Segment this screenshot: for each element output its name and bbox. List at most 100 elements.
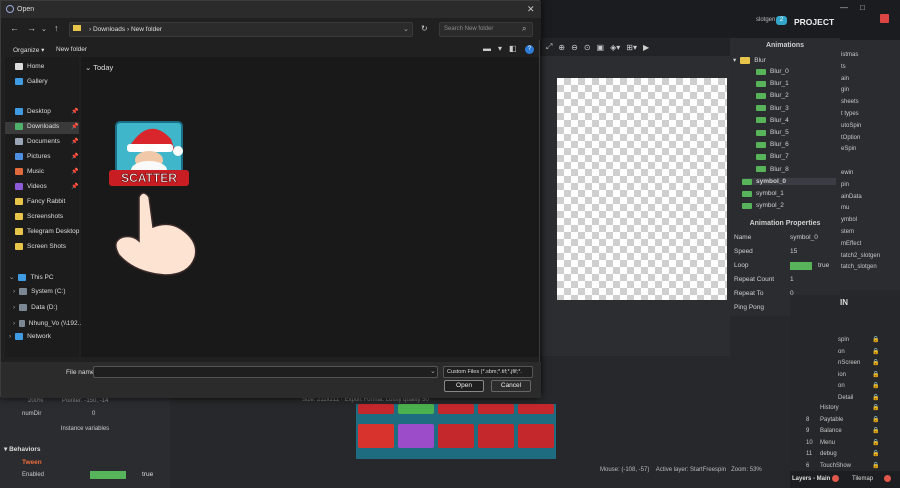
- project-tree-item[interactable]: sheets: [841, 99, 859, 105]
- transparent-canvas[interactable]: [557, 78, 727, 300]
- anim-frame[interactable]: Blur_4: [756, 117, 789, 124]
- project-tree-item[interactable]: tatch_slotgen: [841, 264, 877, 270]
- project-tree-item[interactable]: mEffect: [841, 241, 861, 247]
- lock-icon[interactable]: 🔒: [872, 336, 879, 343]
- up-icon[interactable]: ↑: [54, 23, 59, 33]
- organize-button[interactable]: Organize ▾: [13, 46, 44, 54]
- lock-icon[interactable]: 🔒: [872, 404, 879, 411]
- group-header-today[interactable]: ⌄ Today: [85, 63, 113, 72]
- chevron-down-icon[interactable]: ⌄: [430, 367, 436, 375]
- numdir-value[interactable]: 0: [92, 411, 95, 417]
- file-name-input[interactable]: [93, 366, 438, 378]
- view-options[interactable]: ▬▾◧: [483, 44, 524, 53]
- back-icon[interactable]: ←: [10, 23, 19, 33]
- project-tree-item[interactable]: pin: [841, 182, 849, 188]
- sidebar-item-drive[interactable]: › System (C:): [13, 288, 83, 295]
- tween-behavior[interactable]: Tween: [22, 459, 42, 466]
- chevron-right-icon[interactable]: ›: [13, 304, 15, 311]
- anim-frame[interactable]: Blur_8: [756, 166, 789, 173]
- grid-icon[interactable]: ⊞▾: [626, 43, 637, 52]
- sidebar-item-drive[interactable]: › Nhung_Vo (\\192...: [13, 320, 83, 327]
- chevron-right-icon[interactable]: ›: [13, 320, 15, 327]
- layer-item[interactable]: on: [838, 349, 845, 355]
- zoom-in-icon[interactable]: ⊕: [558, 43, 565, 52]
- select-icon[interactable]: ▣: [597, 43, 605, 52]
- dialog-title-bar[interactable]: [1, 1, 541, 18]
- lock-icon[interactable]: 🔒: [872, 359, 879, 366]
- zoom-out-icon[interactable]: ⊖: [571, 43, 578, 52]
- tab-layers-main[interactable]: Layers - Main: [792, 476, 830, 482]
- anim-frame[interactable]: Blur_7: [756, 153, 789, 160]
- view-mode-icon[interactable]: ▬▾: [483, 44, 509, 53]
- lock-icon[interactable]: 🔒: [872, 382, 879, 389]
- lock-icon[interactable]: 🔒: [872, 427, 879, 434]
- anim-item[interactable]: symbol_1: [742, 190, 784, 197]
- sidebar-item-network[interactable]: › Network: [9, 333, 79, 340]
- lock-icon[interactable]: 🔒: [872, 462, 879, 469]
- project-tree-item[interactable]: utoSpin: [841, 123, 861, 129]
- pin-icon[interactable]: 📌: [71, 138, 78, 145]
- close-icon[interactable]: ✕: [527, 4, 535, 15]
- preview-pane-icon[interactable]: ◧: [509, 44, 524, 53]
- layer-item[interactable]: Paytable: [820, 417, 843, 423]
- anim-frame[interactable]: Blur_0: [756, 68, 789, 75]
- tab-tilemap[interactable]: Tilemap: [852, 476, 873, 482]
- behaviors-header[interactable]: ▾ Behaviors: [4, 445, 41, 453]
- lock-icon[interactable]: 🔒: [872, 416, 879, 423]
- chevron-right-icon[interactable]: ›: [13, 288, 15, 295]
- project-tree-item[interactable]: ewin: [841, 170, 853, 176]
- help-icon[interactable]: ?: [525, 45, 534, 54]
- lock-icon[interactable]: 🔒: [872, 371, 879, 378]
- forward-icon[interactable]: →: [27, 23, 36, 33]
- chevron-down-icon[interactable]: ⌄: [9, 273, 14, 281]
- sidebar-item-gallery[interactable]: Gallery: [15, 78, 85, 85]
- layer-item[interactable]: nScreen: [838, 360, 860, 366]
- breadcrumb[interactable]: › Downloads › New folder: [89, 26, 162, 33]
- pin-icon[interactable]: 📌: [71, 123, 78, 130]
- property-value[interactable]: 15: [790, 248, 797, 255]
- project-tree-item[interactable]: ainData: [841, 194, 862, 200]
- user-name[interactable]: slotgen: [756, 17, 775, 23]
- project-tree-item[interactable]: ymbol: [841, 217, 857, 223]
- new-folder-button[interactable]: New folder: [56, 46, 87, 53]
- lock-icon[interactable]: 🔒: [872, 450, 879, 457]
- layer-item[interactable]: Balance: [820, 428, 842, 434]
- enabled-value[interactable]: true: [142, 471, 153, 478]
- search-icon[interactable]: ⌕: [522, 24, 526, 34]
- layer-item[interactable]: ion: [838, 372, 846, 378]
- breadcrumb-downloads[interactable]: Downloads: [93, 26, 125, 33]
- open-button[interactable]: Open: [444, 380, 484, 392]
- sidebar-item-telegram-desktop[interactable]: Telegram Desktop: [15, 228, 85, 235]
- sidebar-item-screen-shots[interactable]: Screen Shots: [15, 243, 85, 250]
- lock-icon[interactable]: 🔒: [872, 348, 879, 355]
- pin-icon[interactable]: 📌: [71, 108, 78, 115]
- project-tree-item[interactable]: gin: [841, 87, 849, 93]
- close-icon[interactable]: [832, 475, 839, 482]
- anim-frame[interactable]: Blur_1: [756, 80, 789, 87]
- anim-item[interactable]: symbol_2: [742, 202, 784, 209]
- project-tree-item[interactable]: eSpin: [841, 146, 856, 152]
- project-tree-item[interactable]: mu: [841, 205, 849, 211]
- layer-item[interactable]: Detail: [838, 395, 853, 401]
- chevron-down-icon[interactable]: ⌄: [403, 25, 409, 33]
- layer-item[interactable]: debug: [820, 451, 837, 457]
- project-tree-item[interactable]: istmas: [841, 52, 858, 58]
- project-tree-item[interactable]: stem: [841, 229, 854, 235]
- pin-icon[interactable]: 📌: [71, 183, 78, 190]
- notification-badge[interactable]: 2: [776, 16, 787, 25]
- play-icon[interactable]: ▶: [643, 43, 649, 52]
- sidebar-item-fancy-rabbit[interactable]: Fancy Rabbit: [15, 198, 85, 205]
- project-tree-item[interactable]: t types: [841, 111, 859, 117]
- anim-frame[interactable]: Blur_6: [756, 141, 789, 148]
- layer-item[interactable]: on: [838, 383, 845, 389]
- layer-item[interactable]: History: [820, 405, 839, 411]
- sidebar-item-home[interactable]: Home: [15, 63, 85, 70]
- pin-icon[interactable]: 📌: [71, 168, 78, 175]
- layer-item[interactable]: Menu: [820, 440, 835, 446]
- layer-item[interactable]: spin: [838, 337, 849, 343]
- lock-icon[interactable]: 🔒: [872, 439, 879, 446]
- close-icon[interactable]: [880, 14, 889, 23]
- layer-item[interactable]: TouchShow: [820, 463, 851, 469]
- sidebar-item-screenshots[interactable]: Screenshots: [15, 213, 85, 220]
- file-type-select[interactable]: Custom Files (*.sbm;*.tif;*.jfif;*.: [443, 366, 533, 378]
